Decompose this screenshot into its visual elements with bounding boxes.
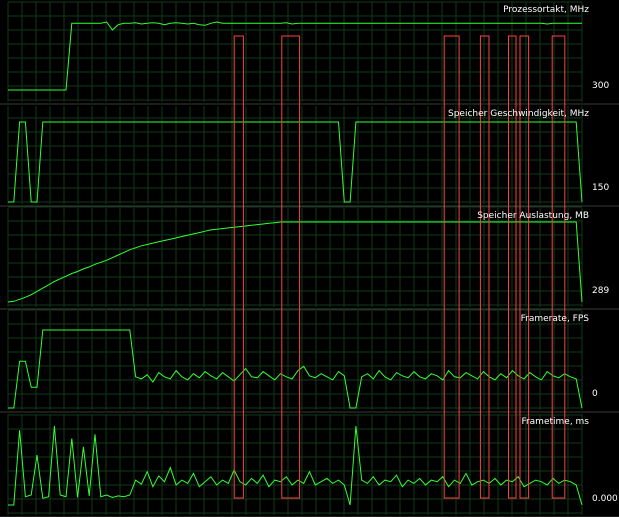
panel-title: Speicher Geschwindigkeit, MHz bbox=[448, 109, 589, 119]
hardware-monitor-graph: Prozessortakt, MHz 300 Speicher Geschwindi… bbox=[0, 0, 619, 517]
current-value-label: 300 bbox=[592, 81, 609, 91]
panel-title: Framerate, FPS bbox=[521, 314, 590, 324]
panel-title: Frametime, ms bbox=[521, 417, 589, 427]
current-value-label: 289 bbox=[592, 286, 609, 296]
current-value-label: 0.000 bbox=[592, 494, 618, 504]
current-value-label: 0 bbox=[592, 389, 598, 399]
panel-title: Prozessortakt, MHz bbox=[503, 5, 589, 15]
current-value-label: 150 bbox=[592, 183, 609, 193]
panel-title: Speicher Auslastung, MB bbox=[477, 211, 589, 221]
